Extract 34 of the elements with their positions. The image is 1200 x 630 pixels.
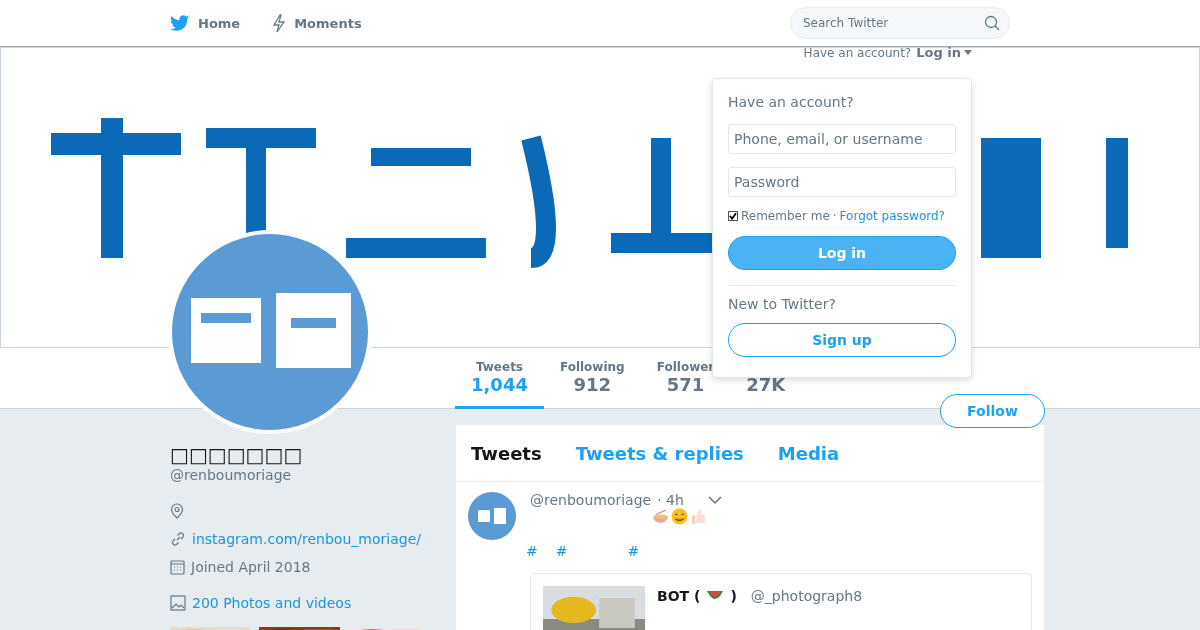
- timeline-tab[interactable]: Tweets: [471, 442, 542, 464]
- tweet-time: · 4h: [657, 492, 684, 508]
- chevron-down-icon[interactable]: [707, 495, 722, 505]
- website-link[interactable]: instagram.com/renbou_moriage/: [192, 531, 421, 547]
- display-name: □□□□□□□: [170, 443, 304, 467]
- hashtag-link[interactable]: #: [555, 543, 568, 559]
- nav-link[interactable]: Moments: [272, 13, 362, 33]
- quoted-author-name: BOT (: [657, 588, 701, 604]
- follow-button[interactable]: Follow: [940, 394, 1045, 428]
- bird-icon: [170, 14, 190, 32]
- user-handle: @renboumoriage: [170, 467, 293, 483]
- quoted-handle: @_photograph8: [750, 588, 863, 604]
- search-icon: [984, 15, 1000, 31]
- calendar-icon: [170, 559, 185, 575]
- stat-tab[interactable]: Tweets 1,044: [455, 348, 544, 409]
- search-field[interactable]: Search Twitter: [790, 7, 1010, 39]
- link-icon: [170, 531, 186, 547]
- image-icon: [170, 595, 186, 611]
- quoted-name-paren: ): [730, 588, 737, 604]
- nav-link[interactable]: Home: [170, 14, 241, 32]
- hashtag-link[interactable]: #: [627, 543, 640, 559]
- join-date: Joined April 2018: [191, 559, 311, 575]
- smiley-icon: [671, 508, 688, 525]
- timeline-tab[interactable]: Media: [777, 442, 840, 464]
- location-pin-icon: [170, 503, 184, 519]
- hashtag-link[interactable]: #: [526, 543, 538, 559]
- stat-tab[interactable]: Following 912: [543, 348, 641, 409]
- thumbs-up-icon: [690, 508, 707, 525]
- tweet-handle: @renboumoriage: [530, 492, 652, 508]
- timeline-tab[interactable]: Tweets & replies: [575, 442, 744, 464]
- quoted-tweet-card[interactable]: BOT ( ) @_photograph8: [530, 573, 1032, 630]
- photos-link[interactable]: 200 Photos and videos: [192, 595, 352, 611]
- lightning-icon: [272, 13, 287, 33]
- noodle-bowl-icon: [652, 508, 669, 525]
